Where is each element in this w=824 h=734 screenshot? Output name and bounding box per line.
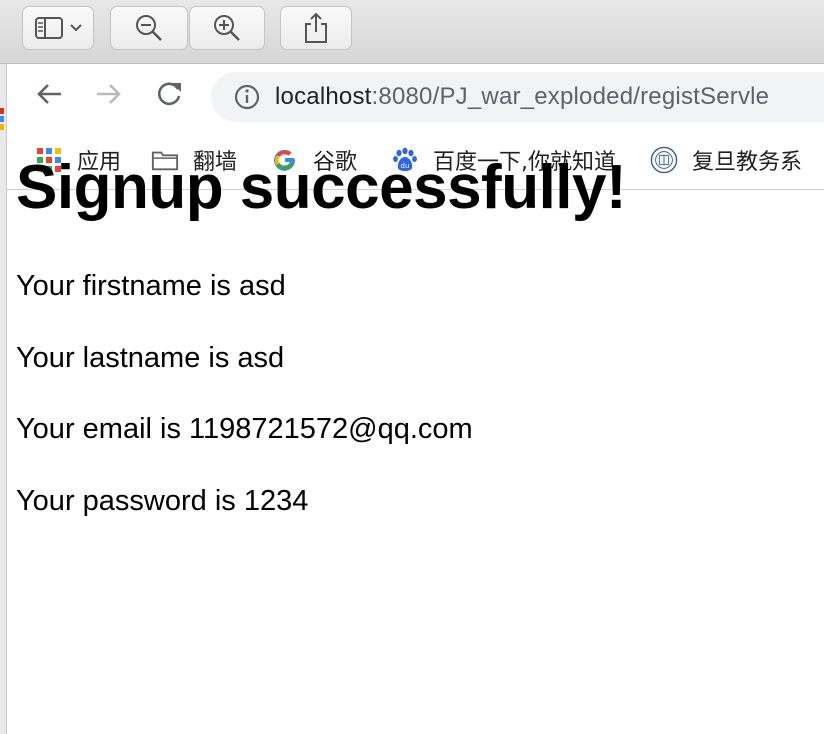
sidebar-icon [33, 16, 83, 40]
zoom-in-button[interactable] [189, 6, 265, 50]
bookmark-label: 复旦教务系 [692, 149, 803, 175]
browser-navbar: localhost:8080/PJ_war_exploded/registSer… [7, 64, 824, 130]
info-icon[interactable] [233, 83, 261, 111]
url-host: localhost [275, 83, 372, 110]
app-toolbar [0, 0, 824, 64]
reload-button[interactable] [153, 80, 185, 112]
share-icon [303, 12, 329, 44]
lastname-line: Your lastname is asd [16, 342, 285, 374]
arrow-right-icon [95, 80, 123, 113]
password-line: Your password is 1234 [16, 485, 309, 517]
back-button[interactable] [33, 80, 65, 112]
zoom-in-icon [212, 13, 242, 43]
address-url: localhost:8080/PJ_war_exploded/registSer… [275, 83, 769, 111]
zoom-out-button[interactable] [110, 6, 188, 50]
address-bar[interactable]: localhost:8080/PJ_war_exploded/registSer… [211, 72, 824, 122]
zoom-out-icon [134, 13, 164, 43]
arrow-left-icon [35, 80, 63, 113]
url-path: :8080/PJ_war_exploded/registServle [371, 83, 770, 110]
fudan-seal-icon [650, 146, 678, 174]
forward-button[interactable] [93, 80, 125, 112]
sidebar-toggle-button[interactable] [22, 6, 94, 50]
share-button[interactable] [280, 6, 352, 50]
page-title: Signup successfully! [16, 153, 627, 222]
bookmark-fudan[interactable]: 复旦教务系 [650, 140, 802, 180]
email-line: Your email is 1198721572@qq.com [16, 413, 473, 445]
reload-icon [155, 80, 183, 113]
firstname-line: Your firstname is asd [16, 270, 286, 302]
